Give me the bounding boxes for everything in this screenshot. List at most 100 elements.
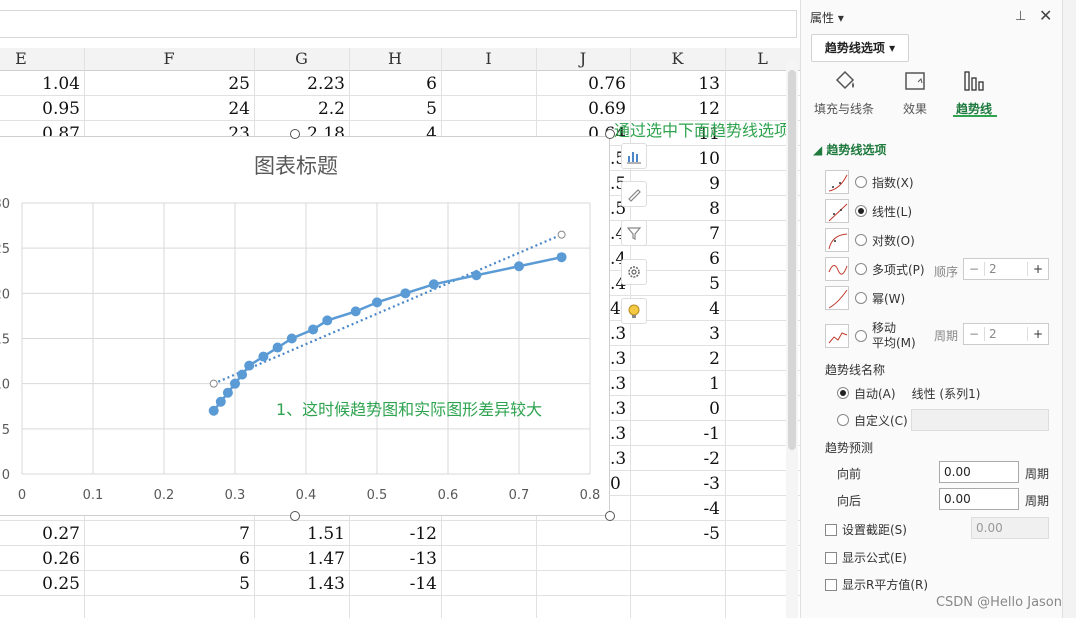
cell-j-partial[interactable]: .38 bbox=[610, 322, 626, 347]
col-header-f[interactable]: F bbox=[84, 48, 254, 70]
vertical-scrollbar[interactable] bbox=[786, 60, 798, 618]
cell-j-partial[interactable]: .36 bbox=[610, 347, 626, 372]
col-header-j[interactable]: J bbox=[536, 48, 630, 70]
period-stepper[interactable]: −2 + bbox=[963, 323, 1049, 345]
cell-e-b3[interactable]: 0.25 bbox=[0, 572, 80, 597]
panel-title[interactable]: 属性 ▾ bbox=[810, 9, 844, 26]
tab-trendline[interactable]: 趋势线 bbox=[939, 68, 1009, 117]
cell-k[interactable]: -2 bbox=[630, 447, 720, 472]
order-decrement[interactable]: − bbox=[964, 262, 984, 276]
col-header-g[interactable]: G bbox=[254, 48, 349, 70]
chart-area[interactable]: 图表标题 0 0.1 0.2 0.3 0.4 0.5 0.6 0.7 0.8 0 5 10 15 20 25 3… bbox=[0, 136, 610, 516]
option-moving-average[interactable]: 移动 平均(M) bbox=[825, 320, 916, 352]
option-linear[interactable]: 线性(L) bbox=[825, 198, 912, 224]
cell-k[interactable]: 0 bbox=[630, 397, 720, 422]
cell-e1[interactable]: 1.04 bbox=[0, 72, 80, 97]
order-increment[interactable]: + bbox=[1028, 262, 1048, 276]
cell-j1[interactable]: 0.76 bbox=[536, 72, 626, 97]
cell-g-b1[interactable]: 1.51 bbox=[254, 522, 345, 547]
col-header-k[interactable]: K bbox=[630, 48, 725, 70]
custom-name-input[interactable] bbox=[911, 409, 1049, 431]
col-header-e[interactable]: E bbox=[0, 48, 42, 70]
trendline-options-dropdown[interactable]: 趋势线选项 ▾ bbox=[811, 34, 909, 62]
cell-h-b3[interactable]: -14 bbox=[349, 572, 437, 597]
cell-j-partial[interactable]: .32 bbox=[610, 422, 626, 447]
cell-k1[interactable]: 13 bbox=[630, 72, 720, 97]
cell-g-b2[interactable]: 1.47 bbox=[254, 547, 345, 572]
cell-e-b2[interactable]: 0.26 bbox=[0, 547, 80, 572]
chart-style-button[interactable] bbox=[621, 181, 647, 207]
period-decrement[interactable]: − bbox=[964, 327, 984, 341]
set-intercept-checkbox[interactable]: 设置截距(S) bbox=[825, 521, 907, 538]
trendline-options-section[interactable]: ◢ 趋势线选项 bbox=[813, 141, 886, 158]
option-name-auto[interactable]: 自动(A) 线性 (系列1) bbox=[837, 380, 980, 406]
cell-f1[interactable]: 25 bbox=[84, 72, 250, 97]
cell-e-b1[interactable]: 0.27 bbox=[0, 522, 80, 547]
cell-k[interactable]: -5 bbox=[630, 522, 720, 547]
resize-handle-bottom[interactable] bbox=[290, 511, 300, 521]
cell-e2[interactable]: 0.95 bbox=[0, 97, 80, 122]
backward-input[interactable]: 0.00 bbox=[939, 488, 1019, 510]
cell-g1[interactable]: 2.23 bbox=[254, 72, 345, 97]
cell-f2[interactable]: 24 bbox=[84, 97, 250, 122]
cell-f3[interactable]: 23 bbox=[84, 122, 250, 136]
cell-h-b1[interactable]: -12 bbox=[349, 522, 437, 547]
cell-j-partial[interactable]: .33 bbox=[610, 397, 626, 422]
cell-h2[interactable]: 5 bbox=[349, 97, 437, 122]
cell-g-b3[interactable]: 1.43 bbox=[254, 572, 345, 597]
spreadsheet[interactable]: E F G H I J K L 1.04 25 2.23 6 0.76 13 0… bbox=[0, 0, 800, 618]
formula-bar[interactable] bbox=[0, 10, 797, 38]
cell-k[interactable]: 1 bbox=[630, 372, 720, 397]
scrollbar-thumb[interactable] bbox=[788, 70, 796, 450]
cell-j-partial[interactable]: .31 bbox=[610, 447, 626, 472]
radio-moving-average[interactable] bbox=[855, 330, 867, 342]
option-exponential[interactable]: 指数(X) bbox=[825, 169, 914, 195]
cell-k[interactable]: -1 bbox=[630, 422, 720, 447]
radio-polynomial[interactable] bbox=[855, 263, 867, 275]
cell-k[interactable]: -4 bbox=[630, 497, 720, 522]
show-equation-box[interactable] bbox=[825, 551, 837, 564]
radio-name-custom[interactable] bbox=[837, 414, 849, 426]
close-icon[interactable]: ✕ bbox=[1039, 6, 1052, 25]
cell-j-partial[interactable]: .34 bbox=[610, 372, 626, 397]
cell-h1[interactable]: 6 bbox=[349, 72, 437, 97]
cell-f-b2[interactable]: 6 bbox=[84, 547, 250, 572]
set-intercept-box[interactable] bbox=[825, 523, 837, 536]
col-header-h[interactable]: H bbox=[349, 48, 441, 70]
cell-j-partial[interactable]: 0 bbox=[610, 472, 626, 497]
radio-name-auto[interactable] bbox=[837, 387, 849, 399]
radio-linear[interactable] bbox=[855, 205, 867, 217]
show-r2-box[interactable] bbox=[825, 578, 837, 591]
option-name-custom[interactable]: 自定义(C) bbox=[837, 407, 908, 433]
cell-f-b1[interactable]: 7 bbox=[84, 522, 250, 547]
cell-j2[interactable]: 0.69 bbox=[536, 97, 626, 122]
cell-k[interactable]: -3 bbox=[630, 472, 720, 497]
forward-input[interactable]: 0.00 bbox=[939, 461, 1019, 483]
cell-e3[interactable]: 0.87 bbox=[0, 122, 80, 136]
col-header-i[interactable]: I bbox=[441, 48, 536, 70]
pin-icon[interactable]: ⊥ bbox=[1015, 9, 1026, 24]
period-increment[interactable]: + bbox=[1028, 327, 1048, 341]
radio-power[interactable] bbox=[855, 292, 867, 304]
resize-handle-top[interactable] bbox=[290, 129, 300, 139]
order-stepper[interactable]: −2 + bbox=[963, 258, 1049, 280]
chart-elements-button[interactable] bbox=[621, 143, 647, 169]
option-power[interactable]: 幂(W) bbox=[825, 285, 905, 311]
chart-filter-button[interactable] bbox=[621, 220, 647, 246]
tab-fill-line[interactable]: 填充与线条 bbox=[809, 68, 879, 117]
right-toolbar-rail[interactable] bbox=[1062, 0, 1076, 618]
cell-h3[interactable]: 4 bbox=[349, 122, 437, 136]
intercept-input[interactable]: 0.00 bbox=[971, 517, 1049, 539]
order-value[interactable]: 2 bbox=[984, 262, 1028, 276]
chart-tip-button[interactable] bbox=[621, 298, 647, 324]
cell-g2[interactable]: 2.2 bbox=[254, 97, 345, 122]
option-polynomial[interactable]: 多项式(P) bbox=[825, 256, 925, 282]
cell-k[interactable]: 2 bbox=[630, 347, 720, 372]
radio-exponential[interactable] bbox=[855, 176, 867, 188]
show-r2-checkbox[interactable]: 显示R平方值(R) bbox=[825, 576, 928, 593]
chart-settings-button[interactable] bbox=[621, 259, 647, 285]
period-value[interactable]: 2 bbox=[984, 327, 1028, 341]
show-equation-checkbox[interactable]: 显示公式(E) bbox=[825, 549, 907, 566]
cell-f-b3[interactable]: 5 bbox=[84, 572, 250, 597]
resize-handle-bottom-right[interactable] bbox=[605, 511, 615, 521]
